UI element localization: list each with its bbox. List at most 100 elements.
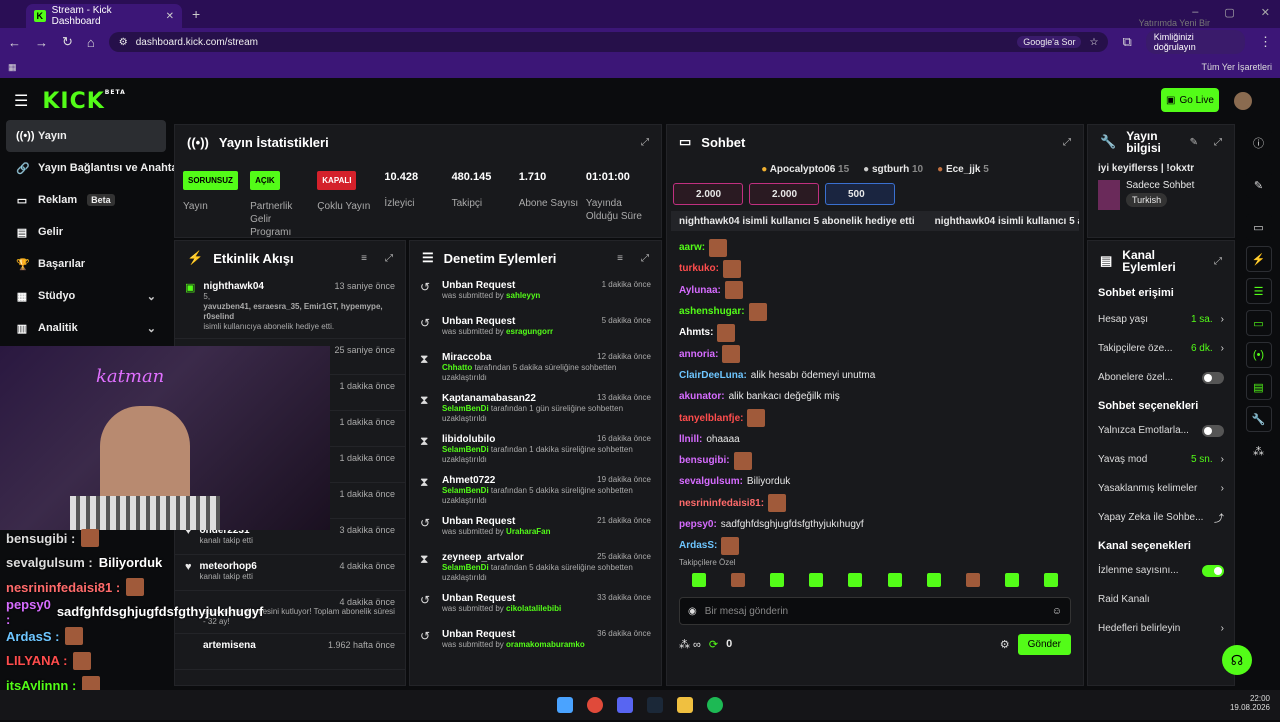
row-view-count[interactable]: İzlenme sayısını... [1088,556,1234,585]
reload-icon[interactable]: ↻ [62,34,73,50]
broadcast-icon[interactable]: (•) [1246,342,1272,368]
streamer-shirt [70,496,220,530]
address-bar[interactable]: ⚙ dashboard.kick.com/stream Google'a Sor… [109,32,1109,52]
row-ai-chat[interactable]: Yapay Zeka ile Sohbe...⤴ [1088,503,1234,532]
emote-only-toggle[interactable] [1202,425,1224,437]
expand-icon[interactable]: ⤢ [641,137,649,148]
filter-icon[interactable]: ≡ [361,253,367,264]
sidebar-item-studio[interactable]: ▦Stüdyo⌄ [0,280,172,312]
emote-icon[interactable] [966,573,980,587]
row-slow-mode[interactable]: Yavaş mod5 sn.› [1088,445,1234,474]
emote-icon[interactable] [888,573,902,587]
chrome-icon[interactable] [587,697,603,713]
emoji-icon[interactable]: ☺ [1052,606,1062,617]
emote-icon[interactable] [927,573,941,587]
row-emote-only[interactable]: Yalnızca Emotlarla... [1088,416,1234,445]
pencil-icon[interactable]: ✎ [1246,172,1272,198]
row-raid[interactable]: Raid Kanalı [1088,585,1234,614]
expand-icon[interactable]: ⤢ [641,253,649,264]
card-icon[interactable]: ▭ [1246,214,1272,240]
bolt-icon[interactable]: ⚡ [1246,246,1272,272]
goal-bar-2[interactable]: 2.000 [749,183,819,205]
list-icon[interactable]: ☰ [1246,278,1272,304]
home-icon[interactable]: ⌂ [87,35,95,50]
view-count-toggle[interactable] [1202,565,1224,577]
emote-icon[interactable] [1044,573,1058,587]
apps-icon[interactable]: ▦ [8,62,17,73]
kick-logo[interactable]: KICKBETA [42,89,125,114]
mod-action-item[interactable]: ↺Unban Request21 dakika öncewas submitte… [410,511,661,547]
sidebar-item-stream-key[interactable]: 🔗Yayın Bağlantısı ve Anahta [0,152,172,184]
unban-icon: ↺ [420,280,434,306]
row-followers-only[interactable]: Takipçilere öze...6 dk.› [1088,334,1234,363]
wrench-icon[interactable]: 🔧 [1246,406,1272,432]
row-banned-words[interactable]: Yasaklanmış kelimeler› [1088,474,1234,503]
expand-icon[interactable]: ⤢ [1214,256,1222,267]
discord-icon[interactable] [617,697,633,713]
sidebar-item-yayin[interactable]: ((•))Yayın [6,120,166,152]
mod-action-item[interactable]: ⧗libidolubilo16 dakika önceSelamBenDi ta… [410,429,661,470]
mod-action-item[interactable]: ↺Unban Request33 dakika öncewas submitte… [410,588,661,624]
info-icon[interactable]: ⓘ [1246,130,1272,156]
hamburger-menu-icon[interactable]: ☰ [14,91,28,111]
back-icon[interactable]: ← [8,35,21,50]
mod-action-item[interactable]: ⧗Kaptanamabasan2213 dakika önceSelamBenD… [410,388,661,429]
goal-bar-1[interactable]: 2.000 [673,183,743,205]
emote-icon[interactable] [731,573,745,587]
user-avatar[interactable] [1234,92,1252,110]
site-info-icon[interactable]: ⚙ [119,37,128,48]
filter-icon[interactable]: ≡ [617,253,623,264]
close-window-icon[interactable]: ✕ [1261,6,1270,19]
stat-subs: 1.710Abone Sayısı [519,165,586,239]
forward-icon[interactable]: → [35,35,48,50]
mod-action-item[interactable]: ⧗zeyneep_artvalor25 dakika önceSelamBenD… [410,547,661,588]
start-icon[interactable] [557,697,573,713]
google-ask-button[interactable]: Google'a Sor [1017,36,1081,48]
expand-icon[interactable]: ⤢ [1214,137,1222,148]
row-goals[interactable]: Hedefleri belirleyin› [1088,614,1234,643]
row-subs-only[interactable]: Abonelere özel... [1088,363,1234,392]
steam-icon[interactable] [647,697,663,713]
menu-icon[interactable]: ⋮ [1259,34,1272,50]
community-icon[interactable]: ⁂ [1246,438,1272,464]
mod-action-item[interactable]: ↺Unban Request1 dakika öncewas submitted… [410,275,661,311]
emote-icon[interactable] [1005,573,1019,587]
profile-button[interactable]: Kimliğinizi doğrulayın [1146,30,1245,54]
expand-icon[interactable]: ⤢ [1063,137,1071,148]
emote-icon[interactable] [770,573,784,587]
emote-icon[interactable] [848,573,862,587]
sidebar-item-analytics[interactable]: ▥Analitik⌄ [0,312,172,344]
browser-tab[interactable]: K Stream - Kick Dashboard ✕ [26,4,182,28]
expand-icon[interactable]: ⤢ [385,253,393,264]
sidebar-item-achievements[interactable]: 🏆Başarılar [0,248,172,280]
emote-icon[interactable] [692,573,706,587]
mod-action-item[interactable]: ↺Unban Request36 dakika öncewas submitte… [410,624,661,660]
goal-bar-3[interactable]: 500 [825,183,895,205]
go-live-button[interactable]: ▣Go Live [1161,88,1219,112]
mod-action-item[interactable]: ⧗Ahmet072219 dakika önceSelamBenDi taraf… [410,470,661,511]
server-icon[interactable]: ▤ [1246,374,1272,400]
bookmark-star-icon[interactable]: ☆ [1089,37,1098,48]
close-tab-icon[interactable]: ✕ [166,11,174,22]
sidebar-item-ads[interactable]: ▭ReklamBeta [0,184,172,216]
chat-bubble-icon[interactable]: ▭ [1246,310,1272,336]
shield-icon: ◉ [688,606,697,617]
new-tab-icon[interactable]: + [192,6,200,22]
edit-icon[interactable]: ✎ [1190,137,1198,148]
all-bookmarks-link[interactable]: Tüm Yer İşaretleri [1201,62,1272,72]
mod-action-item[interactable]: ⧗Miraccoba12 dakika önceChhatto tarafınd… [410,347,661,388]
subs-only-toggle[interactable] [1202,372,1224,384]
spotify-icon[interactable] [707,697,723,713]
send-button[interactable]: Gönder [1018,634,1071,655]
folder-icon[interactable] [677,697,693,713]
maximize-icon[interactable]: ▢ [1224,6,1234,19]
emote-icon [709,239,727,257]
extensions-icon[interactable]: ⧉ [1122,34,1131,50]
row-account-age[interactable]: Hesap yaşı1 sa.› [1088,305,1234,334]
settings-gear-icon[interactable]: ⚙ [1000,638,1010,651]
kick-header: ☰ KICKBETA [0,80,1280,122]
mod-action-item[interactable]: ↺Unban Request5 dakika öncewas submitted… [410,311,661,347]
sidebar-item-revenue[interactable]: ▤Gelir [0,216,172,248]
chat-input[interactable]: ◉Bir mesaj gönderin☺ [679,597,1071,625]
emote-icon[interactable] [809,573,823,587]
